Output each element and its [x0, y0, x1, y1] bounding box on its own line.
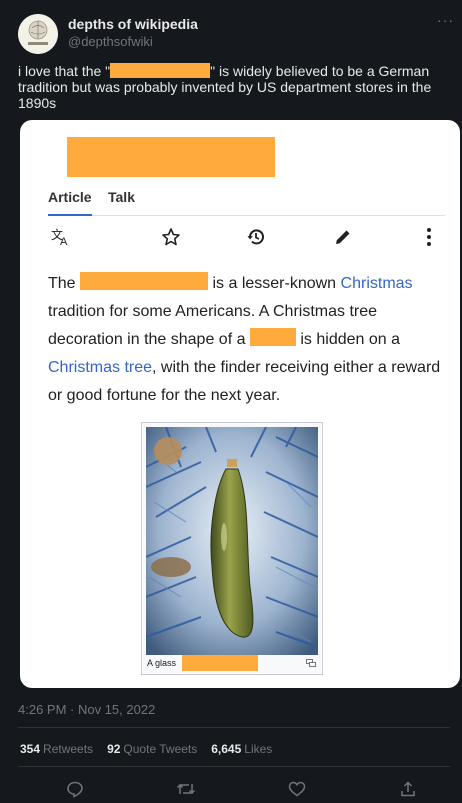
ornament-photo[interactable]: [146, 427, 318, 655]
retweet-icon[interactable]: [175, 778, 197, 800]
divider: [18, 766, 450, 767]
redaction: [249, 328, 296, 346]
language-icon[interactable]: 文A: [48, 224, 74, 250]
reply-icon[interactable]: [64, 778, 86, 800]
tweet-text: i love that the " " is widely believed to…: [18, 63, 448, 111]
likes-stat[interactable]: 6,645 Likes: [211, 742, 272, 756]
share-icon[interactable]: [397, 778, 419, 800]
history-icon[interactable]: [243, 224, 269, 250]
link-christmas-tree[interactable]: Christmas tree: [48, 359, 152, 376]
tweet-timestamp[interactable]: 4:26 PM · Nov 15, 2022: [18, 702, 155, 717]
edit-icon[interactable]: [330, 224, 356, 250]
wikipedia-screenshot[interactable]: Article Talk 文A The is a lesser-known Ch…: [20, 120, 460, 688]
redaction: [182, 655, 258, 671]
article-text: The: [48, 275, 76, 292]
handle[interactable]: @depthsofwiki: [68, 33, 198, 50]
article-tabs: Article Talk: [48, 186, 445, 216]
tweet-header: depths of wikipedia @depthsofwiki: [18, 14, 198, 54]
article-figure[interactable]: A glass: [141, 422, 323, 675]
more-vertical-icon[interactable]: [416, 224, 442, 250]
divider: [18, 727, 450, 728]
display-name[interactable]: depths of wikipedia: [68, 16, 198, 33]
tweet-stats: 354 Retweets 92 Quote Tweets 6,645 Likes: [20, 742, 272, 756]
redaction: [80, 272, 209, 290]
star-icon[interactable]: [158, 224, 184, 250]
redaction: [67, 137, 275, 177]
article-text: is hidden on a: [295, 331, 400, 348]
article-paragraph: The is a lesser-known Christmas traditio…: [48, 270, 448, 410]
redaction: [110, 63, 211, 78]
figure-caption: A glass: [147, 658, 177, 668]
quote-tweets-stat[interactable]: 92 Quote Tweets: [107, 742, 197, 756]
svg-text:A: A: [60, 236, 68, 247]
tweet: depths of wikipedia @depthsofwiki ··· i …: [0, 0, 462, 803]
tweet-actions: [0, 778, 462, 800]
like-icon[interactable]: [286, 778, 308, 800]
tab-talk[interactable]: Talk: [108, 189, 135, 205]
article-text: is a lesser-known: [208, 275, 341, 292]
avatar[interactable]: [18, 14, 58, 54]
tweet-text-before: i love that the ": [18, 63, 111, 79]
link-christmas[interactable]: Christmas: [341, 275, 413, 292]
enlarge-icon[interactable]: [306, 659, 316, 669]
retweets-stat[interactable]: 354 Retweets: [20, 742, 93, 756]
article-toolbar: 文A: [48, 224, 448, 254]
tab-article[interactable]: Article: [48, 189, 92, 216]
more-options-icon[interactable]: ···: [437, 12, 454, 28]
